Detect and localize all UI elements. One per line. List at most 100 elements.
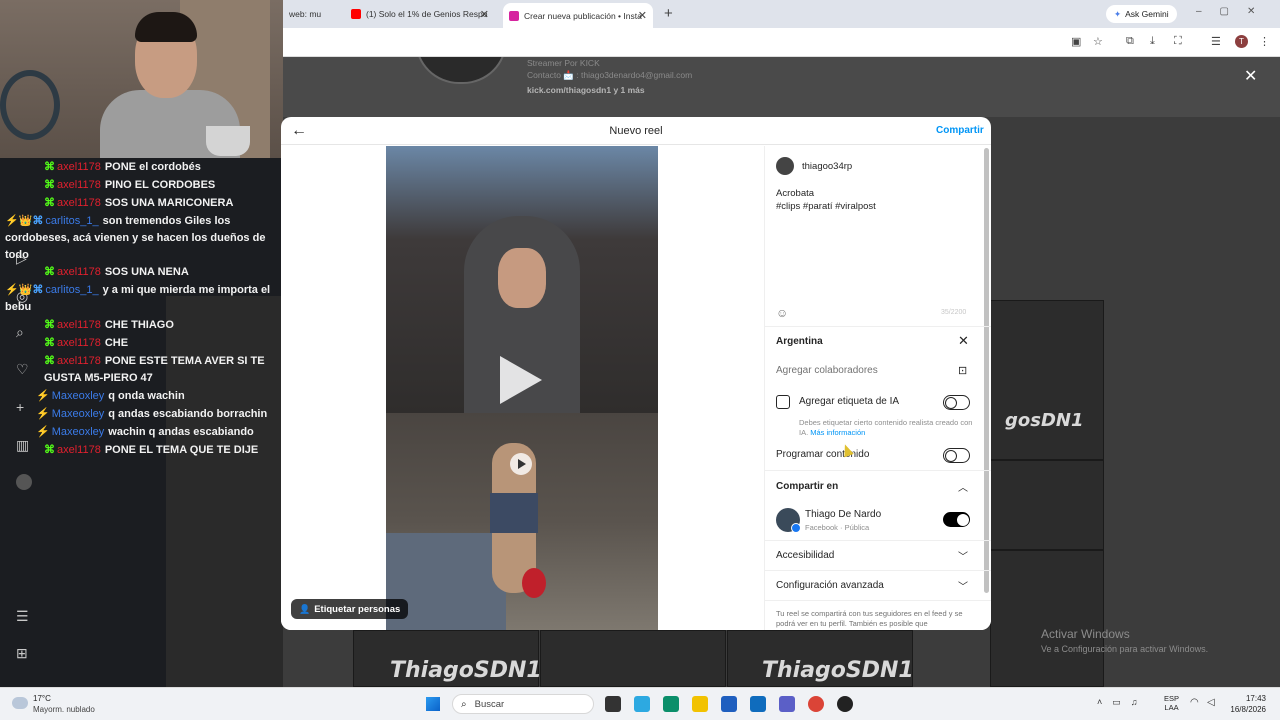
schedule-toggle[interactable] — [943, 448, 970, 463]
character-count: 35/2200 — [941, 309, 967, 316]
plus-icon[interactable]: + — [16, 399, 24, 415]
advanced-settings-section[interactable]: Configuración avanzada — [776, 580, 884, 591]
browser-toolbar: ▣ ☆ ⧉ ⤓ ⛶ ☰ ⋮ — [283, 28, 1280, 57]
chat-message: ⌘ axel1178 PINO EL CORDOBES — [44, 179, 216, 191]
chevron-down-icon[interactable]: ﹀ — [958, 548, 968, 563]
app-icon[interactable] — [634, 696, 650, 712]
weather-icon[interactable] — [12, 697, 28, 709]
store-icon[interactable] — [721, 696, 737, 712]
profile-bio-line: Streamer Por KICK — [527, 58, 600, 68]
details-panel: thiagoo34rp Acrobata #clips #paratí #vir… — [764, 146, 991, 630]
tab-youtube[interactable]: (1) Solo el 1% de Genios Respo ✕ — [345, 3, 495, 25]
weather-description[interactable]: Mayorm. nublado — [33, 705, 95, 714]
ask-gemini-button[interactable]: ✦ Ask Gemini — [1106, 5, 1177, 23]
menu-icon[interactable]: ☰ — [16, 608, 29, 625]
translate-icon[interactable]: ⛶ — [1174, 35, 1182, 48]
chat-message: ⌘ axel1178 PONE ESTE TEMA AVER SI TE GUSTA… — [44, 355, 265, 384]
weather-temperature[interactable]: 17°C — [33, 694, 51, 703]
ai-label-text: Agregar etiqueta de IA — [799, 396, 900, 407]
play-icon[interactable] — [510, 453, 532, 475]
wifi-icon[interactable]: ◠ — [1190, 697, 1199, 708]
chat-message: ⚡ Maxeoxley wachin q andas escabiando — [36, 426, 254, 438]
facebook-share-toggle[interactable] — [943, 512, 970, 527]
video-thumbnail[interactable] — [386, 413, 658, 630]
clock[interactable]: 17:43 16/8/2026 — [1226, 693, 1266, 715]
close-icon[interactable]: ✕ — [1244, 66, 1257, 86]
grid-icon[interactable]: ⊞ — [16, 645, 28, 662]
app-icon[interactable] — [837, 696, 853, 712]
edge-icon[interactable] — [663, 696, 679, 712]
grid-tile[interactable] — [990, 460, 1104, 550]
close-tab-icon[interactable]: ✕ — [638, 9, 647, 22]
chevron-up-icon[interactable]: ︿ — [958, 479, 968, 494]
more-info-link[interactable]: Más información — [810, 428, 865, 437]
accessibility-section[interactable]: Accesibilidad — [776, 550, 834, 561]
chat-message: ⌘ axel1178 CHE — [44, 337, 129, 349]
language-indicator[interactable]: ESP LAA — [1164, 694, 1179, 712]
chevron-down-icon[interactable]: ﹀ — [958, 578, 968, 593]
search-icon[interactable]: ⌕ — [16, 324, 24, 341]
chart-icon[interactable]: ▥ — [16, 437, 29, 454]
volume-icon[interactable]: ◁ — [1207, 697, 1215, 708]
new-reel-modal: ← Nuevo reel Compartir 👤 Etiquetar perso… — [281, 117, 991, 630]
play-icon[interactable] — [500, 356, 542, 404]
person-icon: 👤 — [299, 603, 311, 614]
banner-text: ThiagoSDN1 — [390, 658, 542, 683]
grid-tile[interactable] — [540, 630, 726, 687]
menu-dots-icon[interactable]: ⋮ — [1259, 35, 1270, 48]
teams-icon[interactable] — [779, 696, 795, 712]
reading-list-icon[interactable]: ☰ — [1211, 35, 1221, 48]
gemini-icon: ✦ — [1114, 8, 1122, 19]
youtube-icon — [351, 9, 361, 19]
close-icon[interactable]: ✕ — [958, 333, 969, 349]
outlook-icon[interactable] — [750, 696, 766, 712]
tab-instagram[interactable]: Crear nueva publicación • Insta ✕ — [503, 3, 653, 28]
banner-text: gosDN1 — [1005, 410, 1084, 431]
emoji-icon[interactable]: ☺ — [776, 306, 788, 320]
profile-avatar-button[interactable]: T — [1235, 35, 1248, 48]
grid-tile[interactable] — [990, 300, 1104, 460]
share-button[interactable]: Compartir — [936, 125, 984, 136]
chrome-icon[interactable] — [808, 696, 824, 712]
share-on-header[interactable]: Compartir en — [776, 481, 838, 492]
footer-note: Tu reel se compartirá con tus seguidores… — [776, 609, 963, 628]
chat-message: ⌘ axel1178 CHE THIAGO — [44, 319, 174, 331]
username: thiagoo34rp — [802, 161, 853, 172]
window-controls[interactable]: –▢✕ — [1196, 6, 1273, 17]
caption-input[interactable]: Acrobata #clips #paratí #viralpost — [776, 187, 976, 213]
ai-description: Debes etiquetar cierto contenido realist… — [799, 418, 973, 437]
tag-people-button[interactable]: 👤 Etiquetar personas — [291, 599, 409, 619]
webcam-overlay — [0, 0, 283, 158]
location-field[interactable]: Argentina — [776, 336, 823, 347]
chat-message: ⌘ axel1178 PONE EL TEMA QUE TE DIJE — [44, 444, 259, 456]
new-tab-button[interactable]: + — [664, 5, 673, 22]
schedule-label: Programar contenido — [776, 449, 870, 460]
add-person-icon[interactable]: ⊡ — [958, 364, 967, 377]
chat-message: ⚡ Maxeoxley q andas escabiando borrachin — [36, 408, 268, 420]
scrollbar[interactable] — [984, 148, 989, 593]
extension-icon[interactable]: ⧉ — [1126, 35, 1134, 48]
screen-cast-icon[interactable]: ▣ — [1071, 35, 1081, 48]
bookmark-star-icon[interactable]: ☆ — [1093, 35, 1103, 48]
collaborators-field[interactable]: Agregar colaboradores — [776, 365, 878, 376]
system-tray[interactable]: ˄▭♫ — [1097, 697, 1148, 708]
file-explorer-icon[interactable] — [692, 696, 708, 712]
chat-message: ⚡ Maxeoxley q onda wachin — [36, 390, 185, 402]
tab-web[interactable]: web: mu — [283, 3, 343, 25]
taskbar-search[interactable]: ⌕ Buscar — [452, 694, 594, 714]
profile-contact: Contacto 📩 : thiago3denardo4@gmail.com — [527, 70, 693, 80]
heart-icon[interactable]: ♡ — [16, 361, 29, 378]
facebook-account-visibility: Facebook · Pública — [805, 523, 870, 532]
task-view-icon[interactable] — [605, 696, 621, 712]
close-tab-icon[interactable]: ✕ — [480, 8, 489, 21]
ai-label-toggle[interactable] — [943, 395, 970, 410]
grid-tile[interactable] — [990, 550, 1104, 687]
chat-message: ⌘ axel1178 SOS UNA NENA — [44, 266, 189, 278]
video-preview[interactable] — [386, 146, 658, 413]
avatar[interactable] — [16, 474, 32, 490]
download-icon[interactable]: ⤓ — [1150, 35, 1155, 48]
profile-link[interactable]: kick.com/thiagosdn1 y 1 más — [527, 85, 645, 95]
chat-message: ⚡👑⌘ carlitos_1_ son tremendos Giles los co… — [5, 215, 266, 261]
instagram-icon — [509, 10, 519, 21]
windows-start-icon[interactable] — [426, 697, 440, 711]
